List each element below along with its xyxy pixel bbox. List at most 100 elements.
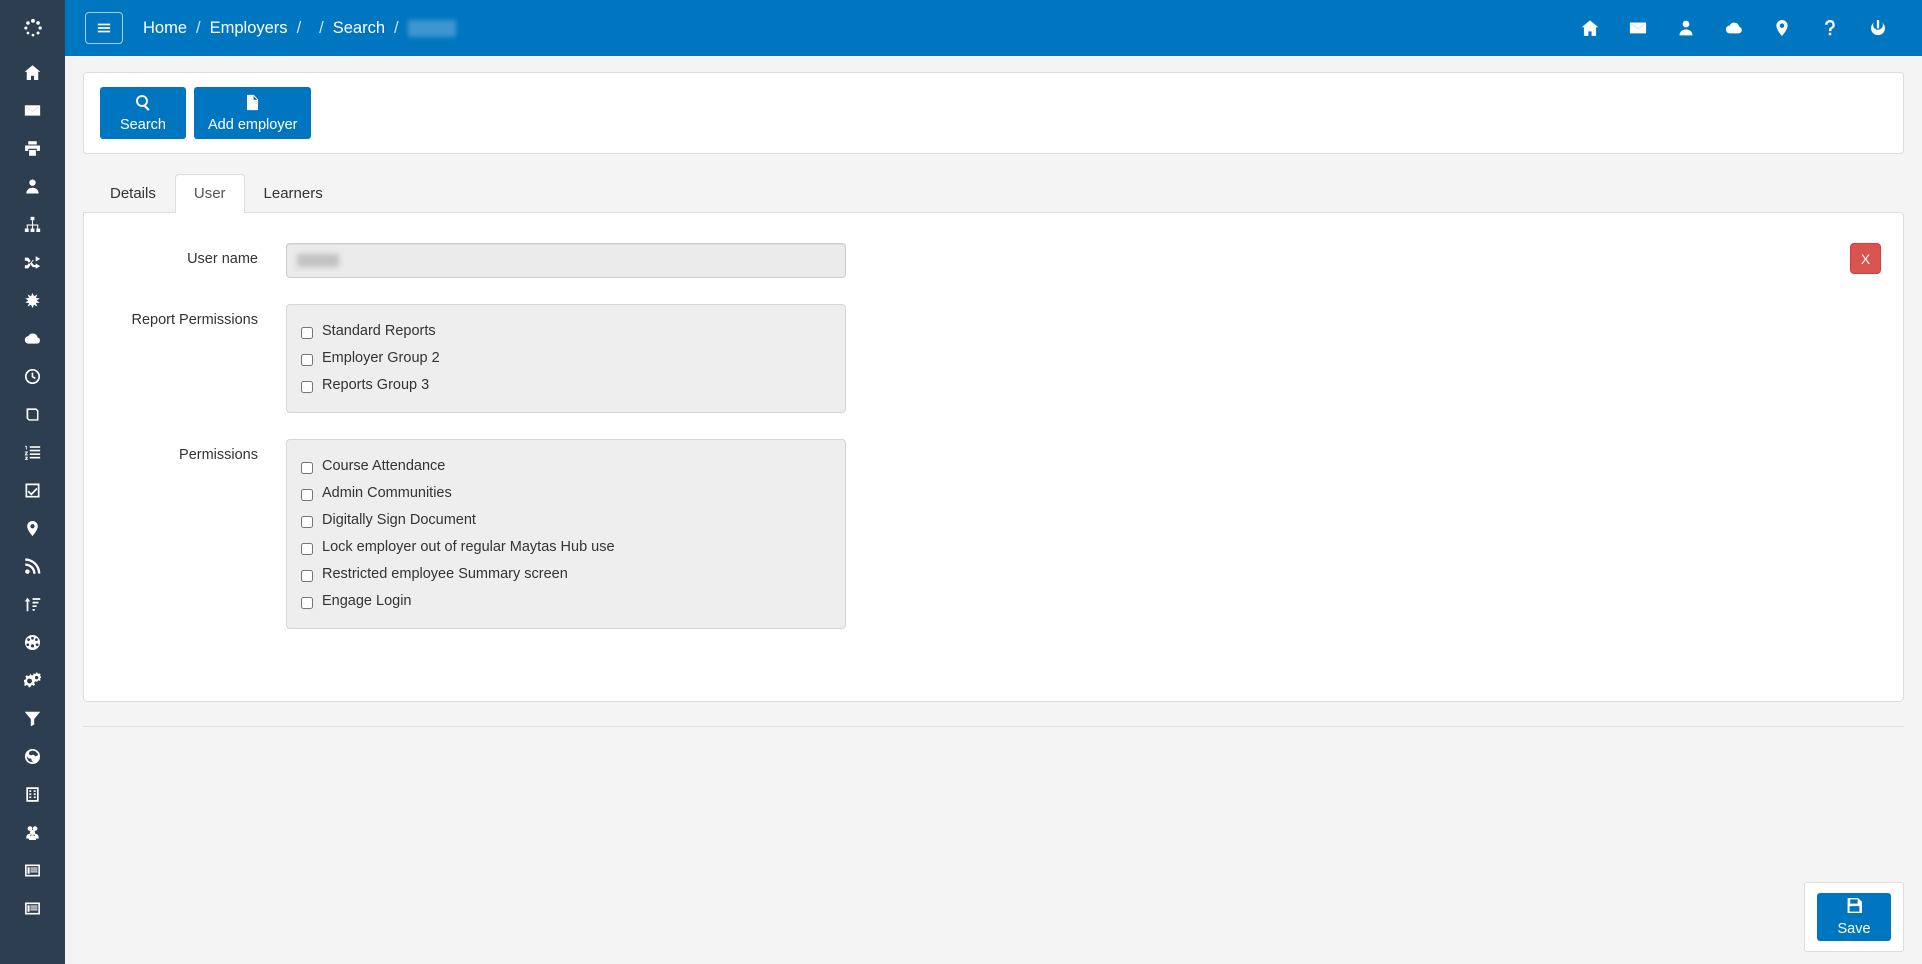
permission-option-label: Restricted employee Summary screen [322, 564, 568, 585]
breadcrumb-item-employers[interactable]: Employers [210, 19, 288, 38]
permission-option-1[interactable]: Admin Communities [287, 480, 845, 507]
report-permission-option-1[interactable]: Employer Group 2 [287, 345, 845, 372]
permission-checkbox-4[interactable] [301, 570, 313, 582]
sidebar-item-1-envelope-icon[interactable] [0, 94, 65, 132]
check-square-icon [24, 482, 41, 504]
breadcrumb-separator: / [319, 19, 324, 38]
permission-option-2[interactable]: Digitally Sign Document [287, 507, 845, 534]
filter-icon [24, 710, 41, 732]
permission-checkbox-2[interactable] [301, 516, 313, 528]
tab-learners[interactable]: Learners [245, 174, 342, 213]
asterisk-icon [24, 292, 41, 314]
application-root: Home/Employers//Search/ SearchAdd employ… [0, 0, 1922, 964]
header-envelope-icon[interactable] [1614, 0, 1662, 56]
sidebar-item-15-dashboard-icon[interactable] [0, 626, 65, 664]
report-permission-checkbox-0[interactable] [301, 327, 313, 339]
dashboard-icon [24, 634, 41, 656]
permission-checkbox-5[interactable] [301, 597, 313, 609]
form-row-username: User name [106, 243, 1881, 278]
save-toolbar: Save [1804, 882, 1904, 952]
permissions-checkbox-group: Course Attendance Admin Communities Digita… [286, 439, 846, 629]
username-label: User name [106, 243, 286, 269]
sidebar-item-16-cogs-icon[interactable] [0, 664, 65, 702]
breadcrumb-redacted-item[interactable] [408, 20, 456, 37]
sitemap-icon [24, 216, 41, 238]
breadcrumb-separator: / [297, 19, 302, 38]
sidebar-item-22-window-icon[interactable] [0, 892, 65, 930]
clock-icon [24, 368, 41, 390]
report-permission-option-label: Employer Group 2 [322, 348, 440, 369]
header-user-icon[interactable] [1662, 0, 1710, 56]
permissions-label: Permissions [106, 439, 286, 465]
sidebar-item-6-asterisk-icon[interactable] [0, 284, 65, 322]
header-map-marker-icon[interactable] [1758, 0, 1806, 56]
sidebar-item-14-sort-amount-icon[interactable] [0, 588, 65, 626]
sidebar-item-20-users-icon[interactable] [0, 816, 65, 854]
top-header-bar: Home/Employers//Search/ [65, 0, 1922, 56]
content-divider [83, 726, 1904, 727]
search-button[interactable]: Search [100, 87, 186, 139]
cloud-icon [24, 330, 41, 352]
header-question-icon[interactable] [1806, 0, 1854, 56]
permission-option-4[interactable]: Restricted employee Summary screen [287, 561, 845, 588]
add-employer-button[interactable]: Add employer [194, 87, 311, 139]
sidebar-item-3-user-icon[interactable] [0, 170, 65, 208]
file-icon [244, 94, 261, 115]
permission-option-0[interactable]: Course Attendance [287, 453, 845, 480]
sidebar-item-7-cloud-icon[interactable] [0, 322, 65, 360]
permission-option-5[interactable]: Engage Login [287, 588, 845, 615]
permission-option-label: Admin Communities [322, 483, 452, 504]
permission-checkbox-3[interactable] [301, 543, 313, 555]
report-permission-checkbox-1[interactable] [301, 354, 313, 366]
form-row-permissions: Permissions Course Attendance Admin Commu… [106, 439, 1881, 629]
envelope-icon [24, 102, 41, 124]
save-button-label: Save [1837, 921, 1870, 937]
tab-bar: DetailsUserLearners [83, 174, 1904, 212]
permission-checkbox-0[interactable] [301, 462, 313, 474]
form-row-report-permissions: Report Permissions Standard ReportsEmplo… [106, 304, 1881, 413]
report-permissions-checkbox-group: Standard Reports Employer Group 2 Reports … [286, 304, 846, 413]
sidebar-item-11-check-square-icon[interactable] [0, 474, 65, 512]
header-power-icon[interactable] [1854, 0, 1902, 56]
permission-option-label: Course Attendance [322, 456, 445, 477]
breadcrumb-item-search[interactable]: Search [333, 19, 385, 38]
permission-option-3[interactable]: Lock employer out of regular Maytas Hub … [287, 534, 845, 561]
sidebar-item-5-shuffle-icon[interactable] [0, 246, 65, 284]
sidebar-item-0-home-icon[interactable] [0, 56, 65, 94]
sidebar-item-18-globe-icon[interactable] [0, 740, 65, 778]
building-icon [24, 786, 41, 808]
permission-checkbox-1[interactable] [301, 489, 313, 501]
sidebar-item-4-sitemap-icon[interactable] [0, 208, 65, 246]
header-home-icon[interactable] [1566, 0, 1614, 56]
tab-details[interactable]: Details [91, 174, 175, 213]
sidebar-item-8-clock-icon[interactable] [0, 360, 65, 398]
list-ol-icon [24, 444, 41, 466]
users-icon [24, 824, 41, 846]
app-logo[interactable] [0, 0, 65, 56]
username-input[interactable] [286, 243, 846, 278]
sidebar-item-13-rss-icon[interactable] [0, 550, 65, 588]
report-permission-option-2[interactable]: Reports Group 3 [287, 372, 845, 399]
map-marker-icon [24, 520, 41, 542]
book-icon [24, 406, 41, 428]
sidebar-item-9-book-icon[interactable] [0, 398, 65, 436]
printer-icon [24, 140, 41, 162]
save-button[interactable]: Save [1817, 893, 1891, 941]
top-header-icon-group [1566, 0, 1902, 56]
report-permission-option-0[interactable]: Standard Reports [287, 318, 845, 345]
home-icon [24, 64, 41, 86]
sidebar-item-21-window-icon[interactable] [0, 854, 65, 892]
sidebar-item-19-building-icon[interactable] [0, 778, 65, 816]
delete-user-button[interactable]: X [1850, 243, 1881, 274]
sidebar-item-17-filter-icon[interactable] [0, 702, 65, 740]
report-permission-checkbox-2[interactable] [301, 381, 313, 393]
header-cloud-icon[interactable] [1710, 0, 1758, 56]
button-label: Search [120, 118, 166, 133]
breadcrumb-item-home[interactable]: Home [143, 19, 187, 38]
permission-option-label: Lock employer out of regular Maytas Hub … [322, 537, 615, 558]
sidebar-item-2-printer-icon[interactable] [0, 132, 65, 170]
sidebar-item-10-list-ol-icon[interactable] [0, 436, 65, 474]
tab-user[interactable]: User [175, 174, 245, 213]
sidebar-item-12-map-marker-icon[interactable] [0, 512, 65, 550]
menu-toggle-button[interactable] [85, 12, 123, 44]
